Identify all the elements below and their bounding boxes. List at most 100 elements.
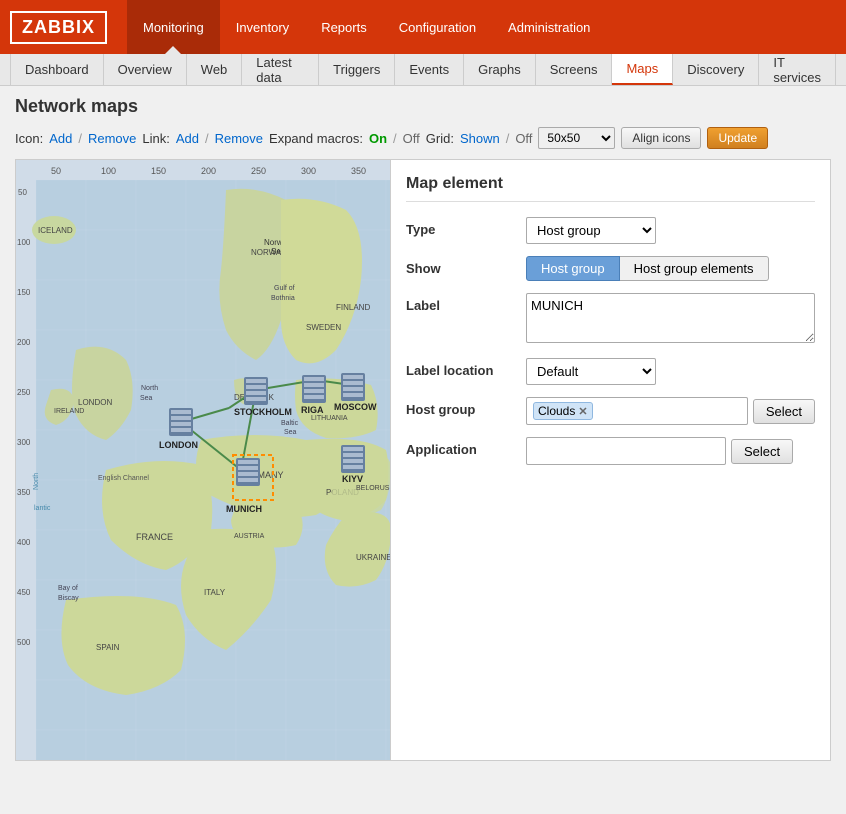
svg-text:SPAIN: SPAIN xyxy=(96,643,120,652)
svg-text:250: 250 xyxy=(251,166,266,176)
host-group-label: Host group xyxy=(406,397,516,417)
svg-text:300: 300 xyxy=(17,438,31,447)
label-location-select[interactable]: Default Top Bottom Left Right xyxy=(526,358,656,385)
toolbar: Icon: Add / Remove Link: Add / Remove Ex… xyxy=(15,127,831,149)
page-content: Network maps Icon: Add / Remove Link: Ad… xyxy=(0,86,846,771)
main-area: 50 100 150 200 250 300 350 50 100 150 20… xyxy=(15,159,831,761)
svg-text:North: North xyxy=(33,473,40,490)
icon-remove-link[interactable]: Remove xyxy=(88,131,136,146)
svg-text:300: 300 xyxy=(301,166,316,176)
tab-discovery[interactable]: Discovery xyxy=(673,54,759,85)
expand-sep: / xyxy=(393,131,397,146)
svg-text:100: 100 xyxy=(17,238,31,247)
svg-text:50: 50 xyxy=(18,188,27,197)
top-nav-items: Monitoring Inventory Reports Configurati… xyxy=(127,0,606,54)
update-button[interactable]: Update xyxy=(707,127,768,149)
tab-graphs[interactable]: Graphs xyxy=(464,54,536,85)
show-row: Show Host group Host group elements xyxy=(406,256,815,281)
link-remove-link[interactable]: Remove xyxy=(215,131,263,146)
nav-configuration[interactable]: Configuration xyxy=(383,0,492,54)
link-sep: / xyxy=(205,131,209,146)
host-group-input-row: Clouds ✕ Select xyxy=(526,397,815,425)
nav-reports[interactable]: Reports xyxy=(305,0,383,54)
clouds-tag-remove[interactable]: ✕ xyxy=(578,405,587,418)
expand-on-link[interactable]: On xyxy=(369,131,387,146)
show-toggle-group: Host group Host group elements xyxy=(526,256,815,281)
application-row: Application Select xyxy=(406,437,815,465)
svg-text:50: 50 xyxy=(51,166,61,176)
svg-text:450: 450 xyxy=(17,588,31,597)
host-group-select-btn[interactable]: Select xyxy=(753,399,815,424)
label-textarea[interactable] xyxy=(526,293,815,343)
svg-text:STOCKHOLM: STOCKHOLM xyxy=(234,407,292,417)
tab-latest-data[interactable]: Latest data xyxy=(242,54,319,85)
svg-text:350: 350 xyxy=(351,166,366,176)
label-location-control: Default Top Bottom Left Right xyxy=(526,358,815,385)
svg-text:KIYV: KIYV xyxy=(342,474,363,484)
nav-administration[interactable]: Administration xyxy=(492,0,606,54)
type-control: Host group Host Trigger Image Map xyxy=(526,217,815,244)
tab-it-services[interactable]: IT services xyxy=(759,54,836,85)
svg-text:Gulf of: Gulf of xyxy=(274,285,295,292)
svg-text:ITALY: ITALY xyxy=(204,588,226,597)
svg-text:Bay of: Bay of xyxy=(58,585,78,592)
svg-text:MUNICH: MUNICH xyxy=(226,504,262,514)
svg-text:Sea: Sea xyxy=(284,429,297,436)
svg-text:Bothnia: Bothnia xyxy=(271,295,295,302)
type-row: Type Host group Host Trigger Image Map xyxy=(406,217,815,244)
tab-overview[interactable]: Overview xyxy=(104,54,187,85)
type-label: Type xyxy=(406,217,516,237)
svg-text:AUSTRIA: AUSTRIA xyxy=(234,533,265,540)
nav-inventory[interactable]: Inventory xyxy=(220,0,305,54)
label-label: Label xyxy=(406,293,516,313)
grid-toolbar-label: Grid: xyxy=(426,131,454,146)
host-group-control: Clouds ✕ Select xyxy=(526,397,815,425)
page-title: Network maps xyxy=(15,96,831,117)
svg-text:IRELAND: IRELAND xyxy=(54,408,84,415)
svg-text:100: 100 xyxy=(101,166,116,176)
link-add-link[interactable]: Add xyxy=(176,131,199,146)
application-input-row: Select xyxy=(526,437,815,465)
top-navigation: ZABBIX Monitoring Inventory Reports Conf… xyxy=(0,0,846,54)
align-icons-button[interactable]: Align icons xyxy=(621,127,701,149)
svg-text:Baltic: Baltic xyxy=(281,420,299,427)
tab-triggers[interactable]: Triggers xyxy=(319,54,395,85)
map-svg: 50 100 150 200 250 300 350 50 100 150 20… xyxy=(16,160,391,760)
application-input[interactable] xyxy=(526,437,726,465)
tab-maps[interactable]: Maps xyxy=(612,54,673,85)
nav-monitoring[interactable]: Monitoring xyxy=(127,0,220,54)
svg-text:250: 250 xyxy=(17,388,31,397)
icon-add-link[interactable]: Add xyxy=(49,131,72,146)
expand-off-link[interactable]: Off xyxy=(403,131,420,146)
show-host-group-btn[interactable]: Host group xyxy=(526,256,620,281)
host-group-input[interactable]: Clouds ✕ xyxy=(526,397,748,425)
map-area[interactable]: 50 100 150 200 250 300 350 50 100 150 20… xyxy=(16,160,391,760)
label-control xyxy=(526,293,815,346)
svg-text:lantic: lantic xyxy=(34,505,51,512)
label-row: Label xyxy=(406,293,815,346)
tab-dashboard[interactable]: Dashboard xyxy=(10,54,104,85)
tab-web[interactable]: Web xyxy=(187,54,243,85)
show-host-group-elements-btn[interactable]: Host group elements xyxy=(620,256,769,281)
tab-screens[interactable]: Screens xyxy=(536,54,613,85)
application-control: Select xyxy=(526,437,815,465)
svg-text:BELORUSSIA: BELORUSSIA xyxy=(356,485,391,492)
tab-events[interactable]: Events xyxy=(395,54,464,85)
host-group-row: Host group Clouds ✕ Select xyxy=(406,397,815,425)
application-select-btn[interactable]: Select xyxy=(731,439,793,464)
grid-off-link[interactable]: Off xyxy=(515,131,532,146)
application-label: Application xyxy=(406,437,516,457)
svg-text:150: 150 xyxy=(151,166,166,176)
grid-shown-link[interactable]: Shown xyxy=(460,131,500,146)
svg-text:Biscay: Biscay xyxy=(58,595,79,602)
svg-text:150: 150 xyxy=(17,288,31,297)
svg-text:UKRAINE: UKRAINE xyxy=(356,553,391,562)
svg-text:LITHUANIA: LITHUANIA xyxy=(311,415,348,422)
svg-text:North: North xyxy=(141,385,158,392)
icon-toolbar-label: Icon: xyxy=(15,131,43,146)
grid-size-select[interactable]: 50x50 25x25 75x75 100x100 xyxy=(538,127,615,149)
clouds-tag: Clouds ✕ xyxy=(533,402,593,420)
icon-sep: / xyxy=(78,131,82,146)
type-select[interactable]: Host group Host Trigger Image Map xyxy=(526,217,656,244)
label-location-row: Label location Default Top Bottom Left R… xyxy=(406,358,815,385)
